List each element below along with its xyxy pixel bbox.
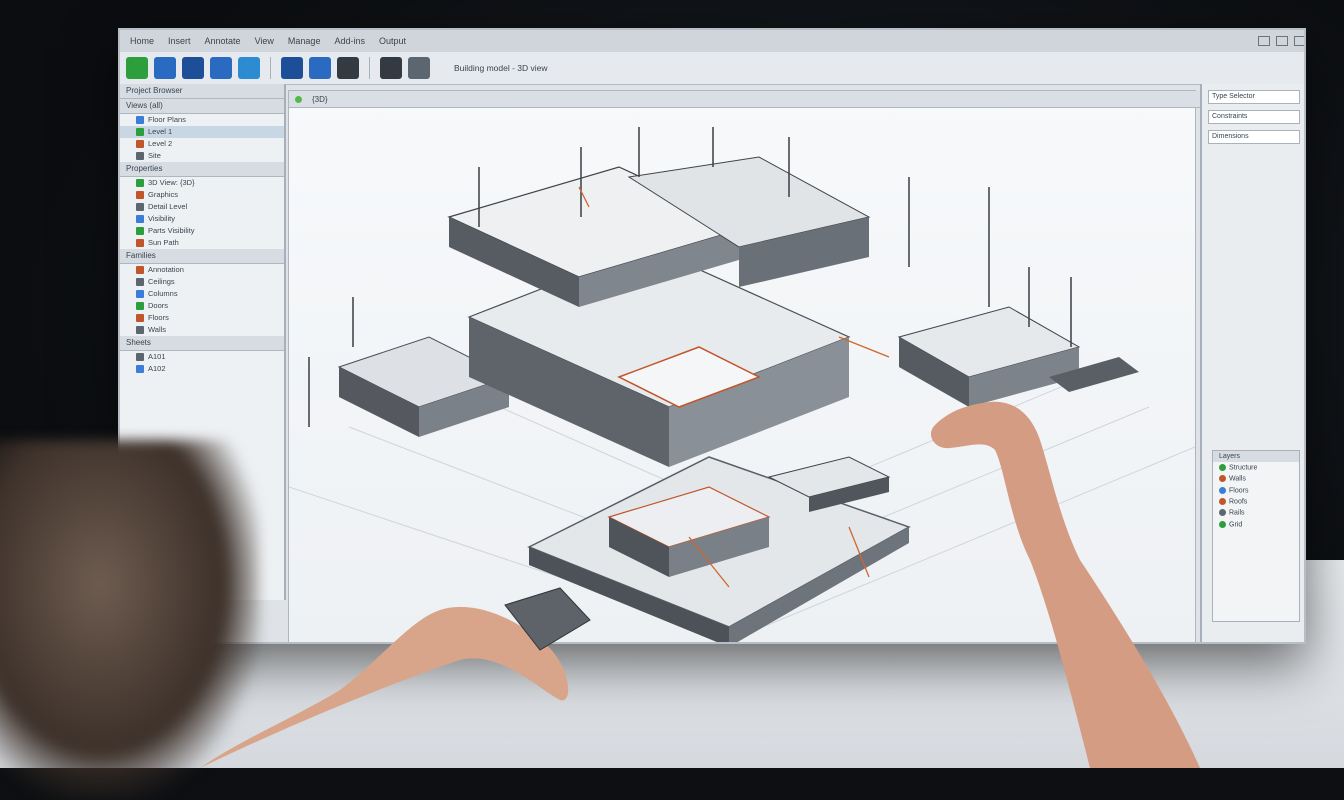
left-hand	[200, 587, 591, 768]
right-hand	[930, 401, 1200, 768]
hands-overlay	[200, 401, 1200, 768]
